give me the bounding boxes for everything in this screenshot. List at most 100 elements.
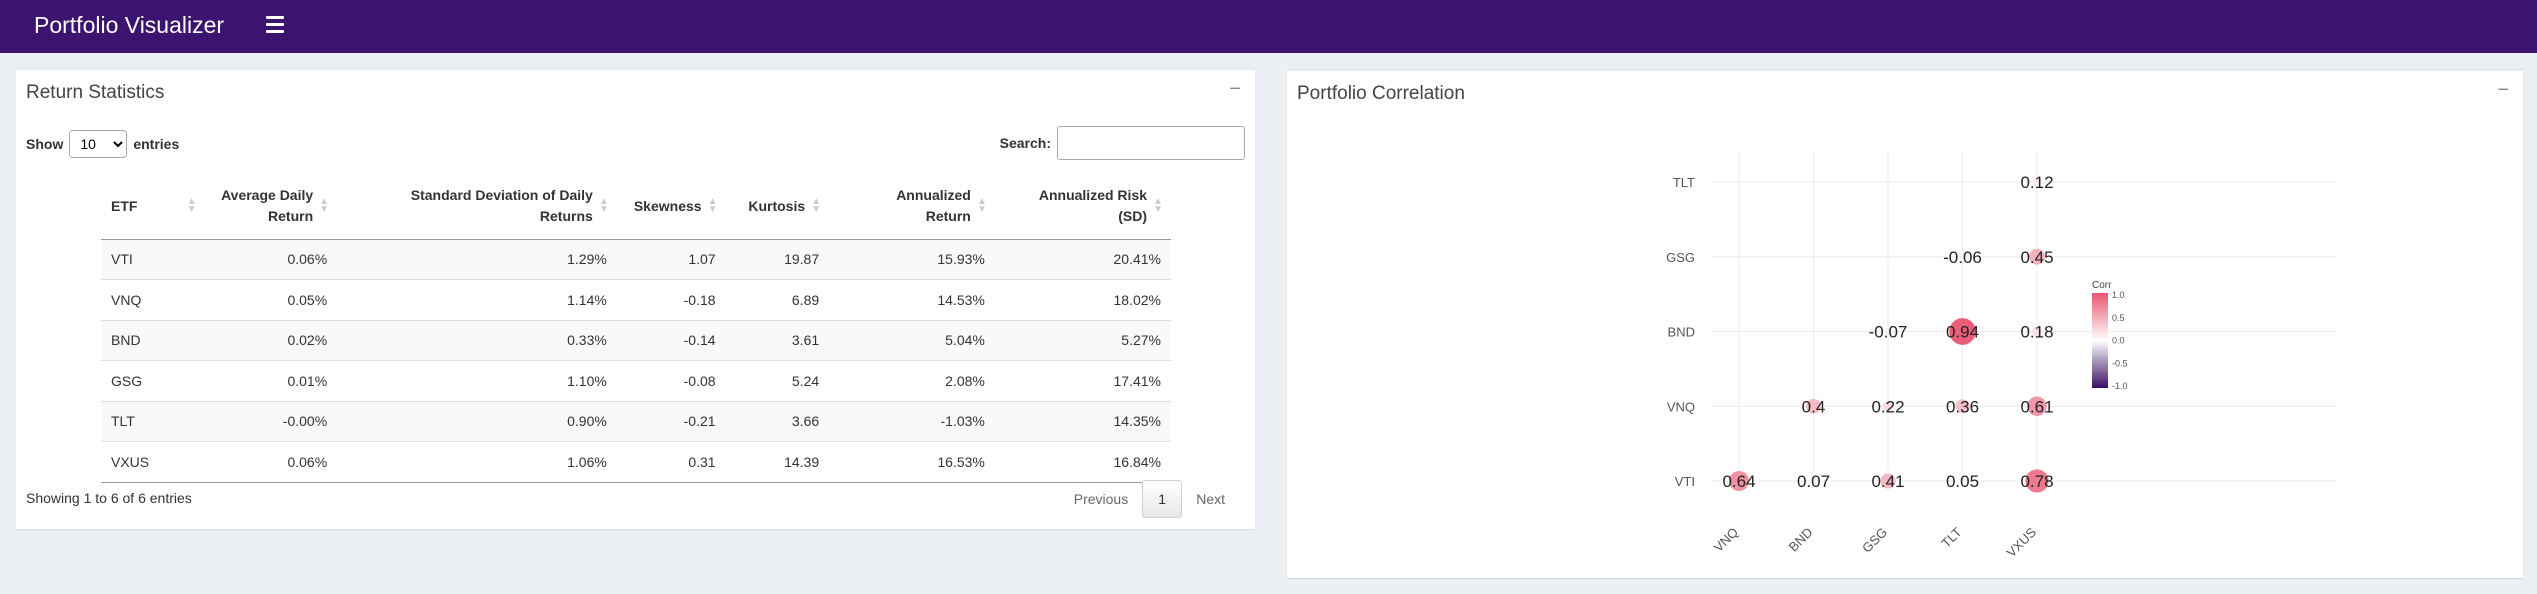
table-cell: 1.14% [337,279,617,320]
x-tick-label: TLT [1938,524,1964,550]
table-cell: -0.14 [616,319,726,361]
x-tick-label: VNQ [1711,525,1742,556]
correlation-value-label: 0.18 [2020,323,2053,342]
table-cell: 1.06% [337,441,617,483]
correlation-value-label: 0.61 [2020,397,2053,416]
correlation-value-label: 0.36 [1946,397,1979,416]
column-header[interactable]: Kurtosis ▲ ▼ [725,174,830,240]
column-header-label: Kurtosis [748,197,806,214]
x-tick-label: VXUS [2003,524,2039,560]
correlation-value-label: 0.94 [1946,323,1979,342]
table-cell: 0.06% [204,441,338,483]
column-header[interactable]: Average Daily Return ▲ ▼ [204,174,338,240]
table-row: VTI 0.06% 1.29% 1.07 19.87 15.93% 20.41% [101,238,1171,280]
entries-label: entries [133,136,180,152]
column-header[interactable]: ETF ▲ ▼ [101,174,205,240]
return-statistics-title: Return Statistics [26,82,165,103]
collapse-icon[interactable]: − [1229,78,1241,101]
column-header-label: Return [268,208,314,225]
column-header-label: Return [925,208,971,225]
table-cell: 0.06% [204,238,338,280]
column-header-label: Standard Deviation of Daily [410,187,593,204]
table-cell: 19.87 [725,238,830,280]
table-cell: 16.84% [994,441,1171,483]
correlation-value-label: 0.41 [1871,472,1904,491]
table-cell: 14.35% [994,400,1171,442]
table-row: BND 0.02% 0.33% -0.14 3.61 5.04% 5.27% [101,319,1171,361]
y-tick-label: VNQ [1667,399,1695,414]
y-tick-label: GSG [1666,250,1695,265]
x-tick-label: GSG [1859,525,1890,556]
correlation-value-label: 0.07 [1797,472,1830,491]
entries-length-control: Show 102550100 entries [26,130,179,158]
table-cell: 3.61 [725,319,830,361]
table-cell: 3.66 [725,400,830,442]
legend-title: Corr [2092,280,2112,291]
correlation-chart: VTI VNQ BND GSG TLT VNQ BND GSG TLT VXUS 0.64 0.07 0… [1666,151,2337,560]
table-cell: TLT [101,400,205,442]
correlation-value-label: -0.07 [1869,323,1908,342]
table-cell: 1.07 [616,238,726,280]
column-header[interactable]: Skewness ▲ ▼ [616,174,726,240]
app-title[interactable]: Portfolio Visualizer [34,12,224,39]
sort-icon[interactable]: ▲ ▼ [599,197,609,215]
next-page-button[interactable]: Next [1182,491,1239,507]
previous-page-button[interactable]: Previous [1060,491,1142,507]
x-tick-label: BND [1786,525,1816,555]
table-cell: -0.08 [616,360,726,401]
sort-icon[interactable]: ▲ ▼ [977,197,987,215]
top-navbar: Portfolio Visualizer [0,0,2537,53]
column-header[interactable]: Standard Deviation of Daily Returns ▲ ▼ [337,174,617,240]
table-cell: 0.02% [204,319,338,361]
table-cell: 0.31 [616,441,726,483]
search-input[interactable] [1057,126,1245,160]
column-header-label: Average Daily [221,187,314,204]
correlation-value-label: 0.78 [2020,472,2053,491]
correlation-value-label: 0.64 [1722,472,1755,491]
table-cell: 1.29% [337,238,617,280]
legend-tick-label: 0.0 [2112,336,2125,346]
table-row: VNQ 0.05% 1.14% -0.18 6.89 14.53% 18.02% [101,279,1171,320]
column-header-label: Annualized Risk [1038,187,1147,204]
return-statistics-table: ETF ▲ ▼ Average Daily Return ▲ ▼ Standard Devia… [101,174,1171,483]
table-cell: 5.24 [725,360,830,401]
table-cell: 0.01% [204,360,338,401]
legend-colorbar [2092,293,2108,388]
sort-icon[interactable]: ▲ ▼ [1153,197,1163,215]
correlation-value-label: -0.06 [1943,248,1982,267]
y-tick-label: BND [1668,325,1695,340]
table-cell: 0.33% [337,319,617,361]
table-cell: -0.18 [616,279,726,320]
table-header-row: ETF ▲ ▼ Average Daily Return ▲ ▼ Standard Devia… [101,174,1171,240]
search-label: Search: [999,135,1051,151]
sort-icon[interactable]: ▲ ▼ [187,197,197,215]
page-1-button[interactable]: 1 [1142,480,1183,518]
table-cell: VXUS [101,441,205,483]
correlation-value-label: 0.4 [1802,397,1826,416]
correlation-value-label: 0.05 [1946,472,1979,491]
column-header[interactable]: Annualized Risk (SD) ▲ ▼ [994,174,1171,240]
table-cell: VNQ [101,279,205,320]
sort-icon[interactable]: ▲ ▼ [708,197,718,215]
column-header-label: (SD) [1118,208,1147,225]
correlation-value-label: 0.12 [2020,173,2053,192]
sort-icon[interactable]: ▲ ▼ [811,197,821,215]
column-header[interactable]: Annualized Return ▲ ▼ [829,174,995,240]
hamburger-icon[interactable] [266,16,284,34]
entries-length-select[interactable]: 102550100 [69,130,128,158]
table-cell: 16.53% [829,441,995,483]
correlation-value-label: 0.45 [2020,248,2053,267]
table-row: TLT -0.00% 0.90% -0.21 3.66 -1.03% 14.35% [101,400,1171,442]
sort-icon[interactable]: ▲ ▼ [319,197,329,215]
column-header-label: Skewness [633,197,702,214]
table-cell: 6.89 [725,279,830,320]
table-cell: 5.04% [829,319,995,361]
legend-tick-label: -1.0 [2112,381,2128,391]
table-body: VTI 0.06% 1.29% 1.07 19.87 15.93% 20.41% VNQ 0.0… [101,238,1171,483]
table-cell: 5.27% [994,319,1171,361]
pagination: Previous 1 Next [1060,480,1239,518]
legend-tick-label: 1.0 [2112,290,2125,300]
return-statistics-panel: Return Statistics − Show 102550100 entri… [16,67,1255,529]
table-cell: -1.03% [829,400,995,442]
legend-tick-label: -0.5 [2112,358,2128,368]
